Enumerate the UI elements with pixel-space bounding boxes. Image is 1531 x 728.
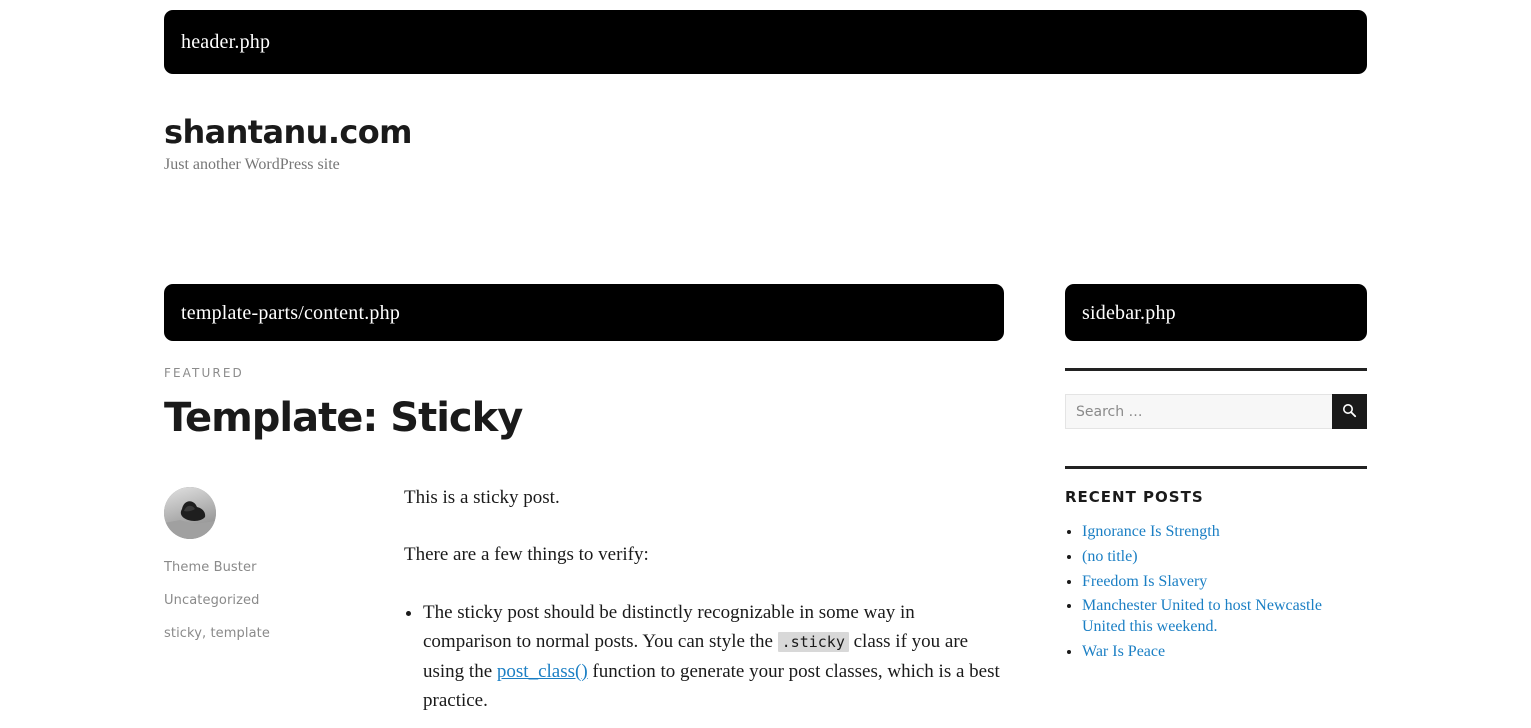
- widget-divider: [1065, 368, 1367, 371]
- search-form: [1065, 394, 1367, 429]
- content-php-box: template-parts/content.php: [164, 284, 1004, 341]
- recent-posts-title: Recent Posts: [1065, 488, 1204, 506]
- search-submit-button[interactable]: [1332, 394, 1367, 429]
- search-widget: [1065, 368, 1367, 429]
- post-body: Theme Buster Uncategorized sticky, templ…: [164, 483, 1004, 728]
- entry-paragraph-1: This is a sticky post.: [404, 487, 560, 508]
- recent-posts-list: Ignorance Is Strength (no title) Freedom…: [1065, 522, 1367, 663]
- entry-content: This is a sticky post. There are a few t…: [404, 483, 1004, 728]
- list-item: Freedom Is Slavery: [1082, 572, 1367, 593]
- search-input[interactable]: [1065, 394, 1332, 429]
- list-item: Ignorance Is Strength: [1082, 522, 1367, 543]
- sidebar-php-label: sidebar.php: [1082, 301, 1176, 324]
- avatar: [164, 487, 216, 539]
- site-description: Just another WordPress site: [164, 156, 340, 174]
- list-item: (no title): [1082, 547, 1367, 568]
- site-branding: shantanu.com Just another WordPress site: [164, 113, 764, 176]
- meta-tags[interactable]: sticky, template: [164, 627, 404, 640]
- recent-post-link[interactable]: Freedom Is Slavery: [1082, 573, 1207, 590]
- entry-paragraph-2: There are a few things to verify:: [404, 544, 649, 566]
- widget-divider: [1065, 466, 1367, 469]
- entry-header: FEATURED Template: Sticky: [164, 367, 1004, 441]
- entry-list: The sticky post should be distinctly rec…: [404, 598, 1004, 716]
- entry-title[interactable]: Template: Sticky: [164, 395, 1004, 441]
- header-php-box: header.php: [164, 10, 1367, 74]
- recent-posts-widget: Recent Posts Ignorance Is Strength (no t…: [1065, 466, 1367, 663]
- header-php-label: header.php: [181, 31, 271, 53]
- recent-post-link[interactable]: Manchester United to host Newcastle Unit…: [1082, 597, 1322, 635]
- recent-post-link[interactable]: Ignorance Is Strength: [1082, 523, 1220, 540]
- search-icon: [1342, 403, 1357, 421]
- sidebar-php-box: sidebar.php: [1065, 284, 1367, 341]
- page-root: header.php shantanu.com Just another Wor…: [0, 0, 1531, 711]
- content-php-label: template-parts/content.php: [181, 301, 401, 324]
- sticky-code: .sticky: [777, 632, 849, 653]
- recent-post-link[interactable]: (no title): [1082, 548, 1138, 565]
- post-class-link[interactable]: post_class(): [497, 661, 588, 682]
- entry-meta: Theme Buster Uncategorized sticky, templ…: [164, 483, 404, 728]
- sidebar: sidebar.php Recent Posts: [1065, 284, 1367, 667]
- list-item: War Is Peace: [1082, 642, 1367, 663]
- meta-category[interactable]: Uncategorized: [164, 594, 404, 607]
- featured-badge: FEATURED: [164, 366, 244, 380]
- list-item: The sticky post should be distinctly rec…: [423, 598, 1004, 716]
- meta-author[interactable]: Theme Buster: [164, 561, 404, 574]
- content-area: template-parts/content.php FEATURED Temp…: [164, 284, 1004, 728]
- site-title[interactable]: shantanu.com: [164, 113, 764, 151]
- list-item: Manchester United to host Newcastle Unit…: [1082, 596, 1367, 638]
- recent-post-link[interactable]: War Is Peace: [1082, 643, 1165, 660]
